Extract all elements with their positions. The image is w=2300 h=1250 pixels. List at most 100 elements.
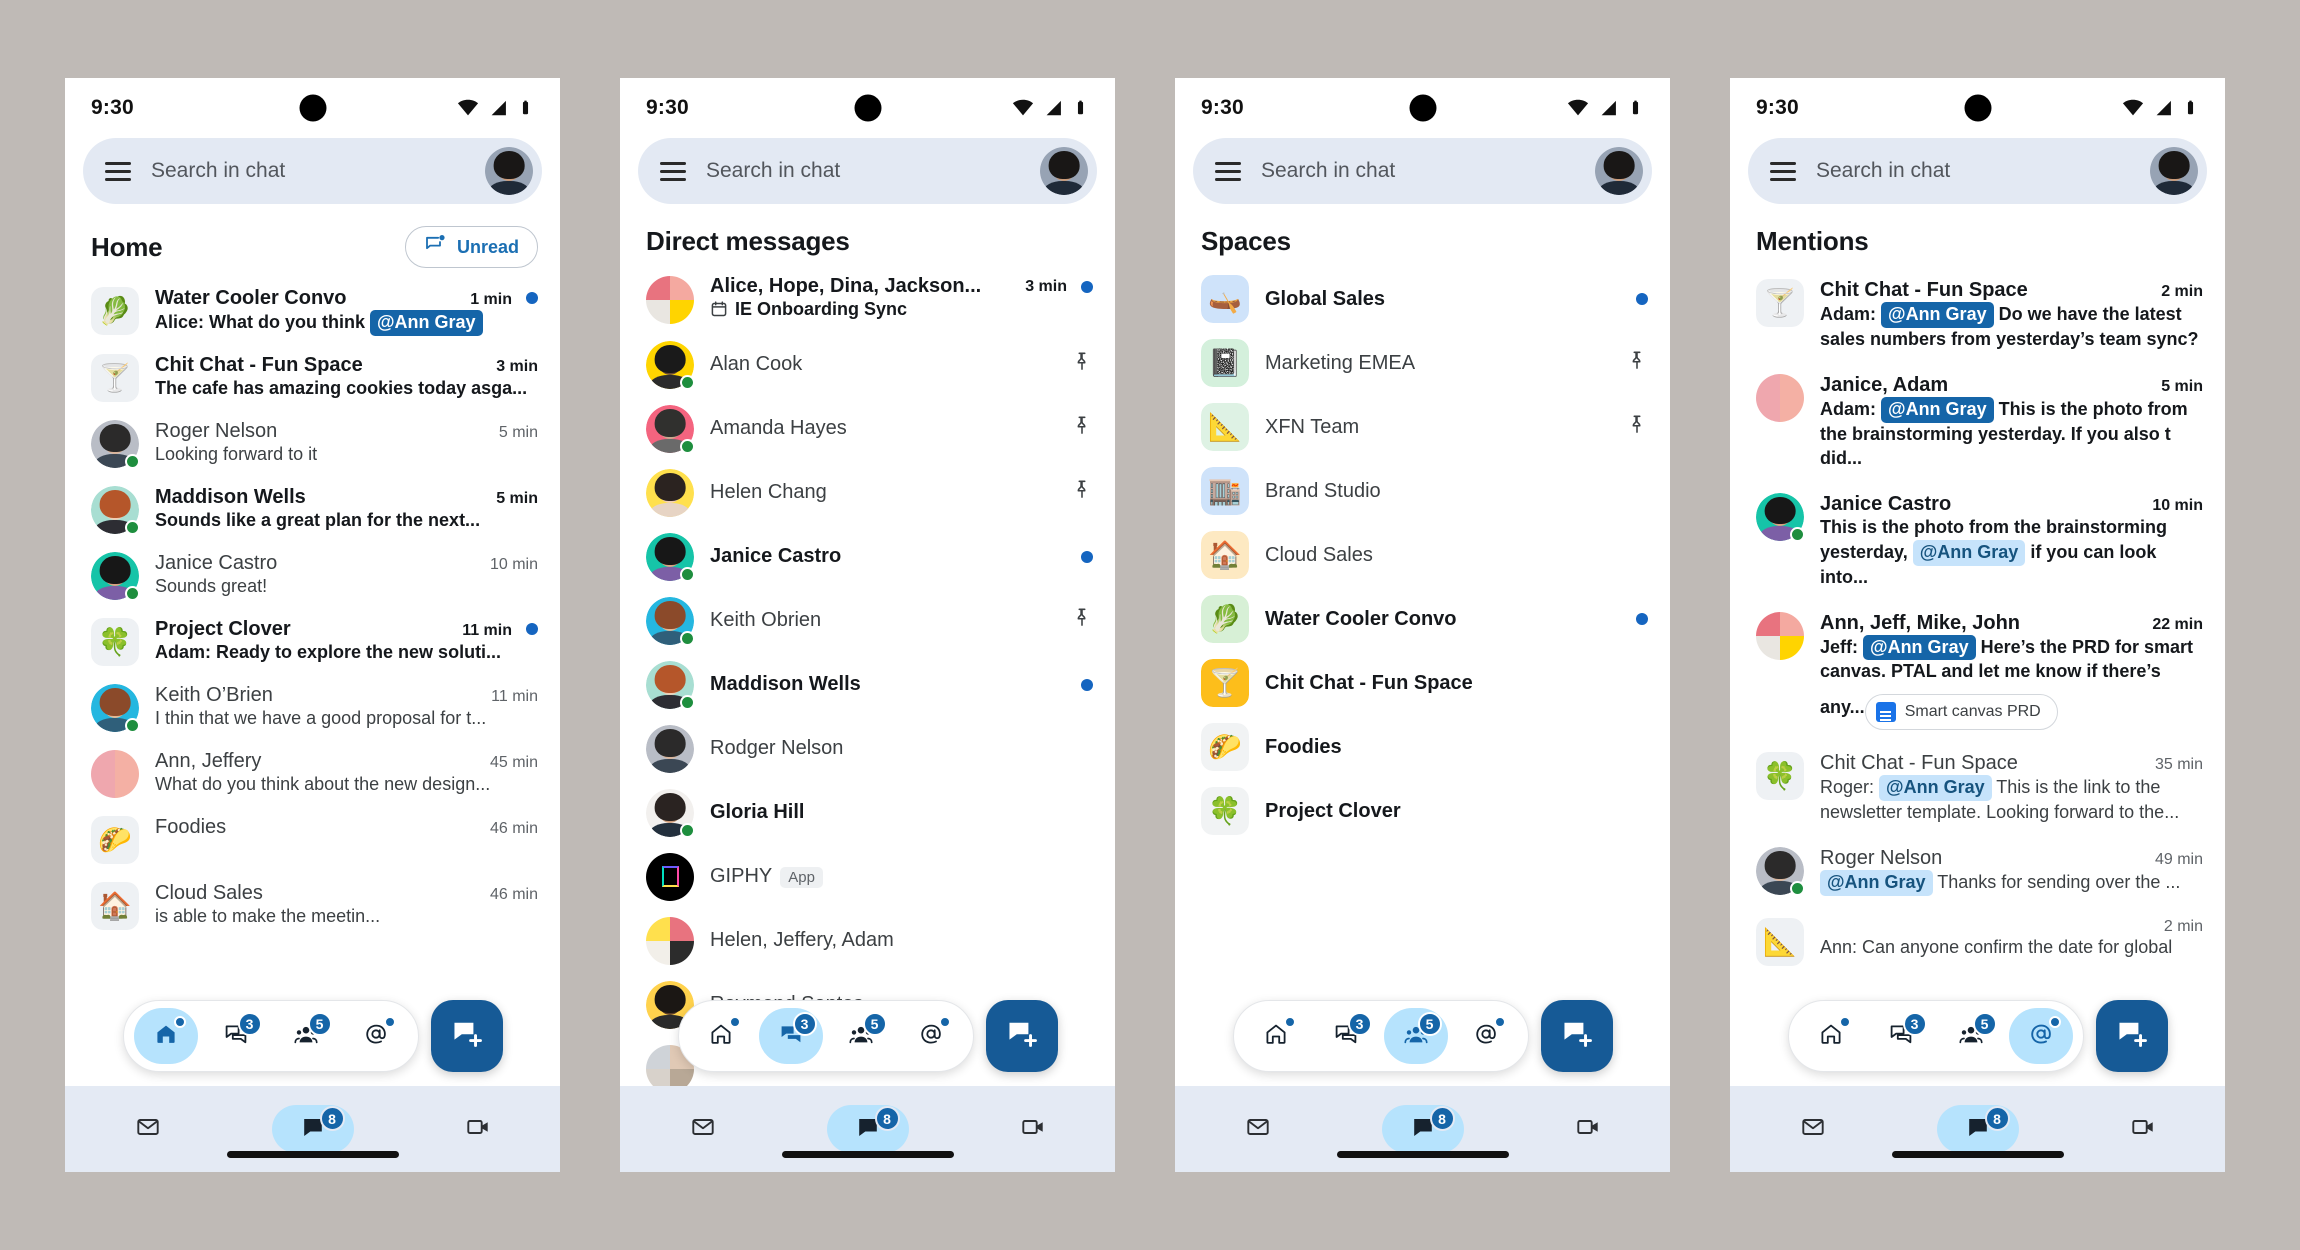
list-item[interactable]: 🏬 Brand Studio [1175,459,1670,523]
bottom-meet-button[interactable] [2102,1105,2184,1153]
nav-dm-button[interactable]: 3 [758,1008,823,1064]
gesture-handle[interactable] [1891,1151,2064,1158]
gesture-handle[interactable] [781,1151,954,1158]
list-item[interactable]: Janice Castro 10 min This is the photo fro… [1730,481,2225,600]
bottom-meet-button[interactable] [992,1105,1074,1153]
search-input[interactable]: Search in chat [1816,159,2130,183]
bottom-mail-button[interactable] [1772,1105,1854,1153]
list-item[interactable]: 🥬 Water Cooler Convo [1175,587,1670,651]
bottom-meet-button[interactable] [1547,1105,1629,1153]
nav-mentions-button[interactable] [1454,1008,1518,1064]
nav-mentions-button[interactable] [899,1008,963,1064]
list-item[interactable]: Janice Castro [620,525,1115,589]
list-item[interactable]: Ann, Jeffery 45 min What do you think abou… [65,741,560,807]
new-chat-fab[interactable] [985,1000,1058,1072]
bottom-app-bar[interactable]: 8 [1730,1086,2225,1172]
bottom-meet-button[interactable] [437,1105,519,1153]
list-item[interactable]: 🍀 Project Clover 11 min Adam: Ready to expl… [65,609,560,675]
list-item[interactable]: Keith Obrien [620,589,1115,653]
list-item[interactable]: 🍀 Chit Chat - Fun Space 35 min Roger: @Ann … [1730,740,2225,835]
list-item[interactable]: 🍸 Chit Chat - Fun Space 2 min Adam: @Ann Gr… [1730,267,2225,362]
bottom-chat-button[interactable]: 8 [1936,1105,2019,1153]
nav-home-button[interactable] [133,1008,198,1064]
unread-filter-button[interactable]: Unread [404,226,538,268]
floating-nav[interactable]: 35 [122,1000,419,1072]
bottom-app-bar[interactable]: 8 [620,1086,1115,1172]
pin-icon[interactable] [1071,607,1093,634]
search-bar[interactable]: Search in chat [83,138,542,204]
account-avatar[interactable] [485,147,533,195]
nav-dm-button[interactable]: 3 [1869,1008,1933,1064]
list-item[interactable]: 📐 2 min Ann: Can anyone confirm the date f… [1730,906,2225,976]
new-chat-fab[interactable] [2095,1000,2168,1072]
search-input[interactable]: Search in chat [1261,159,1575,183]
new-chat-fab[interactable] [1540,1000,1613,1072]
menu-icon[interactable] [1770,161,1796,181]
list-item[interactable]: Roger Nelson 5 min Looking forward to it [65,411,560,477]
search-input[interactable]: Search in chat [706,159,1020,183]
bottom-chat-button[interactable]: 8 [826,1105,909,1153]
gesture-handle[interactable] [226,1151,399,1158]
nav-dm-button[interactable]: 3 [1314,1008,1378,1064]
list-item[interactable]: 📓 Marketing EMEA [1175,331,1670,395]
bottom-chat-button[interactable]: 8 [271,1105,354,1153]
list-item[interactable]: Rodger Nelson [620,717,1115,781]
list-item[interactable]: Amanda Hayes [620,397,1115,461]
bottom-mail-button[interactable] [1217,1105,1299,1153]
list-item[interactable]: 🏠 Cloud Sales 46 min is able to make the me… [65,873,560,939]
pin-icon[interactable] [1071,415,1093,442]
menu-icon[interactable] [660,161,686,181]
list-item[interactable]: 🥬 Water Cooler Convo 1 min Alice: What do y… [65,278,560,345]
pin-icon[interactable] [1626,350,1648,377]
nav-mentions-button[interactable] [344,1008,408,1064]
account-avatar[interactable] [1595,147,1643,195]
floating-nav[interactable]: 35 [1232,1000,1529,1072]
floating-nav[interactable]: 35 [1787,1000,2084,1072]
nav-home-button[interactable] [1799,1008,1863,1064]
list-item[interactable]: Alan Cook [620,333,1115,397]
account-avatar[interactable] [1040,147,1088,195]
menu-icon[interactable] [105,161,131,181]
nav-spaces-button[interactable]: 5 [1383,1008,1448,1064]
list-item[interactable]: GIPHY App [620,845,1115,909]
nav-dm-button[interactable]: 3 [204,1008,268,1064]
search-bar[interactable]: Search in chat [1193,138,1652,204]
nav-spaces-button[interactable]: 5 [1939,1008,2003,1064]
nav-spaces-button[interactable]: 5 [829,1008,893,1064]
list-item[interactable]: Janice Castro 10 min Sounds great! [65,543,560,609]
list-item[interactable]: Gloria Hill [620,781,1115,845]
list-item[interactable]: Keith O’Brien 11 min I thin that we have a… [65,675,560,741]
list-item[interactable]: Maddison Wells [620,653,1115,717]
new-chat-fab[interactable] [430,1000,503,1072]
list-item[interactable]: Alice, Hope, Dina, Jackson... 3 min IE Onb… [620,267,1115,333]
bottom-app-bar[interactable]: 8 [1175,1086,1670,1172]
search-bar[interactable]: Search in chat [638,138,1097,204]
list-item[interactable]: 🍀 Project Clover [1175,779,1670,843]
list-item[interactable]: Roger Nelson 49 min @Ann Gray Thanks for s… [1730,835,2225,906]
list-item[interactable]: 🍸 Chit Chat - Fun Space [1175,651,1670,715]
list-item[interactable]: Ann, Jeff, Mike, John 22 min Jeff: @Ann Gr… [1730,600,2225,741]
list-item[interactable]: Helen, Jeffery, Adam [620,909,1115,973]
nav-spaces-button[interactable]: 5 [274,1008,338,1064]
list-item[interactable]: Helen Chang [620,461,1115,525]
bottom-chat-button[interactable]: 8 [1381,1105,1464,1153]
nav-home-button[interactable] [1244,1008,1308,1064]
bottom-app-bar[interactable]: 8 [65,1086,560,1172]
floating-nav[interactable]: 35 [677,1000,974,1072]
bottom-mail-button[interactable] [662,1105,744,1153]
list-item[interactable]: 🌮 Foodies 46 min [65,807,560,873]
pin-icon[interactable] [1071,479,1093,506]
pin-icon[interactable] [1626,414,1648,441]
list-item[interactable]: Janice, Adam 5 min Adam: @Ann Gray This is… [1730,362,2225,481]
menu-icon[interactable] [1215,161,1241,181]
bottom-mail-button[interactable] [107,1105,189,1153]
list-item[interactable]: 🏠 Cloud Sales [1175,523,1670,587]
document-chip[interactable]: Smart canvas PRD [1864,694,2058,731]
list-item[interactable]: 🛶 Global Sales [1175,267,1670,331]
search-bar[interactable]: Search in chat [1748,138,2207,204]
account-avatar[interactable] [2150,147,2198,195]
search-input[interactable]: Search in chat [151,159,465,183]
list-item[interactable]: 🌮 Foodies [1175,715,1670,779]
list-item[interactable]: Maddison Wells 5 min Sounds like a great p… [65,477,560,543]
gesture-handle[interactable] [1336,1151,1509,1158]
